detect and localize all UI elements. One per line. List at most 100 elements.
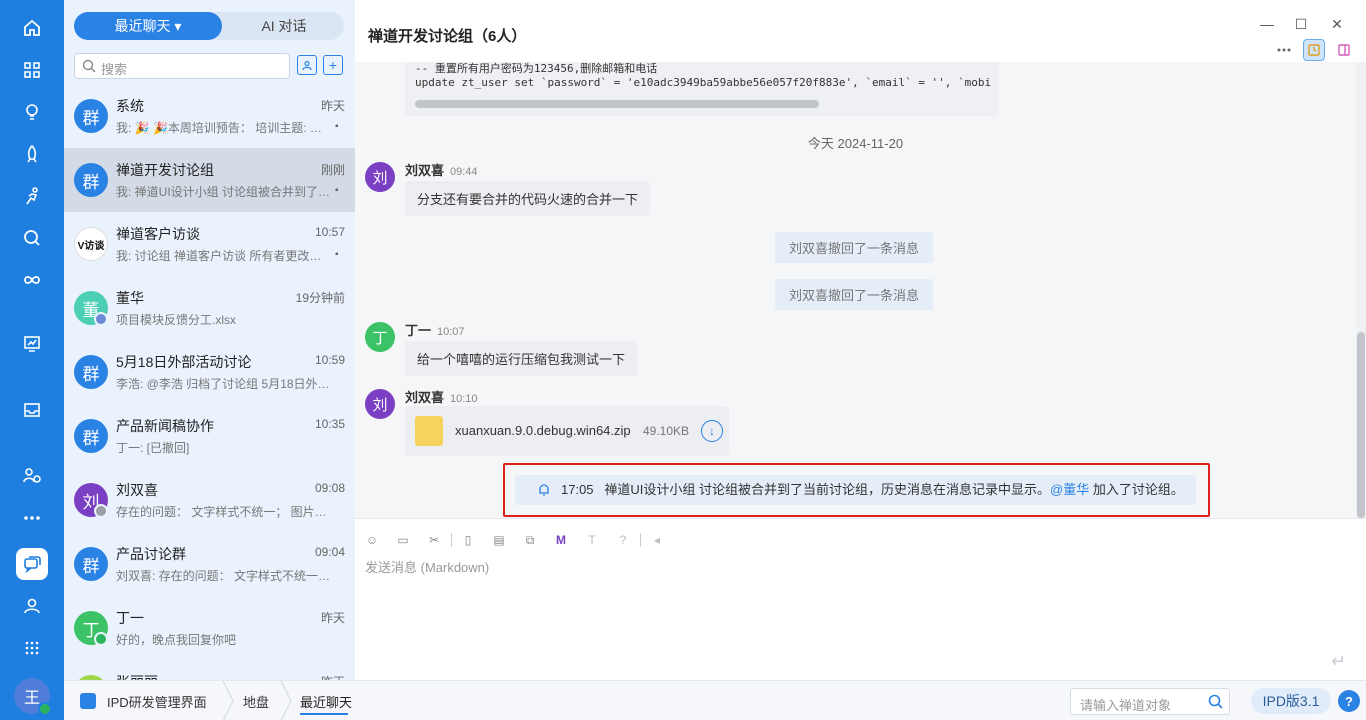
history-icon[interactable] — [1303, 39, 1325, 61]
image-icon[interactable]: ▭ — [394, 531, 412, 549]
code-scrollbar[interactable] — [415, 100, 819, 108]
file-icon[interactable]: ▯ — [459, 531, 477, 549]
breadcrumb-recent-chats[interactable]: 最近聊天 — [300, 692, 352, 711]
board-icon[interactable] — [16, 328, 48, 360]
away-badge-icon — [94, 504, 108, 518]
help-icon[interactable]: ? — [1338, 690, 1360, 712]
conversation-item[interactable]: V访谈 禅道客户访谈 10:57 我: 讨论组 禅道客户访谈 所有者更改为 ... ▪ — [64, 212, 355, 276]
conversation-item[interactable]: 丁丁一 昨天 好的，晚点我回复你吧 — [64, 596, 355, 660]
conversation-item[interactable]: 群产品新闻稿协作 10:35 丁一: [已撤回] — [64, 404, 355, 468]
bell-icon — [539, 484, 549, 496]
more-icon[interactable] — [16, 502, 48, 534]
inbox-icon[interactable] — [16, 394, 48, 426]
conversation-name: 张丽丽 — [116, 672, 158, 680]
user-avatar[interactable]: 王 — [14, 678, 52, 716]
plus-icon: + — [328, 57, 338, 73]
conversation-name: 董华 — [116, 290, 144, 306]
apps-icon[interactable] — [16, 54, 48, 86]
message-bubble: 分支还有要合并的代码火速的合并一下 — [405, 181, 651, 216]
online-badge-icon — [94, 632, 108, 646]
search-icon[interactable] — [16, 222, 48, 254]
scroll-thumb[interactable] — [1357, 332, 1365, 518]
avatar: 群 — [74, 355, 108, 389]
home-icon[interactable] — [16, 12, 48, 44]
message-list: -- 重置所有用户密码为123456,删除邮箱和电话 update zt_user… — [355, 62, 1356, 518]
tab-ai-chat[interactable]: AI 对话 — [224, 12, 344, 40]
conversation-name: 丁一 — [116, 610, 144, 626]
conversation-item[interactable]: 群 5月18日外部活动讨论 10:59 李浩: @李浩 归档了讨论组 5月18日外部活… — [64, 340, 355, 404]
maximize-button[interactable]: ☐ — [1293, 16, 1309, 32]
conversation-name: 5月18日外部活动讨论 — [116, 354, 252, 370]
contact-book-button[interactable] — [297, 55, 317, 75]
conversation-item[interactable]: 群产品讨论群 09:04 刘双喜: 存在的问题： 文字样式不统一；... — [64, 532, 355, 596]
conversation-time: 10:57 — [314, 225, 345, 239]
avatar: 群 — [74, 99, 108, 133]
infinity-icon[interactable] — [16, 264, 48, 296]
object-search-input[interactable]: 请输入禅道对象 — [1070, 688, 1230, 715]
conversation-time: 09:04 — [314, 545, 345, 559]
message-scrollbar[interactable] — [1356, 62, 1366, 518]
tab-recent-chats[interactable]: 最近聊天 ▾ — [74, 12, 222, 40]
markdown-icon[interactable]: M — [552, 531, 570, 549]
conversation-name: 产品新闻稿协作 — [116, 418, 214, 434]
conversation-list-panel: 最近聊天 ▾ AI 对话 搜索 + 群系统 昨天 我: 🎉 🎉本周培训预告： 培训主… — [64, 0, 355, 680]
avatar: V访谈 — [74, 227, 108, 261]
sidebar-panel-icon[interactable] — [1333, 39, 1355, 61]
grid-icon[interactable] — [16, 632, 48, 664]
active-underline — [300, 713, 348, 715]
conversation-name: 系统 — [116, 98, 144, 114]
download-icon[interactable]: ↓ — [701, 420, 723, 442]
online-status-icon — [38, 702, 52, 716]
conversation-preview: 项目模块反馈分工.xlsx — [116, 313, 237, 327]
emoji-icon[interactable]: ☺ — [363, 531, 381, 549]
avatar[interactable]: 丁 — [365, 322, 395, 352]
breadcrumb-app[interactable]: IPD研发管理界面 — [107, 692, 207, 711]
conversation-time: 昨天 — [320, 611, 345, 625]
conversation-time: 19分钟前 — [295, 291, 345, 305]
more-options-icon[interactable] — [1273, 39, 1295, 61]
code-icon[interactable]: ⧉ — [521, 531, 539, 549]
conversation-search-input[interactable]: 搜索 — [74, 53, 290, 79]
chat-icon[interactable] — [16, 548, 48, 580]
toolbar-divider — [451, 533, 452, 547]
conversation-item[interactable]: 刘刘双喜 09:08 存在的问题： 文字样式不统一； 图片大... — [64, 468, 355, 532]
run-icon[interactable] — [16, 180, 48, 212]
scissors-icon[interactable]: ✂ — [425, 531, 443, 549]
breadcrumb-dashboard[interactable]: 地盘 — [243, 692, 269, 711]
file-attachment[interactable]: xuanxuan.9.0.debug.win64.zip 49.10KB ↓ — [405, 406, 729, 456]
text-format-icon[interactable]: T — [583, 531, 601, 549]
conversation-item[interactable]: 董董华 19分钟前 项目模块反馈分工.xlsx — [64, 276, 355, 340]
toolbar-divider — [640, 533, 641, 547]
chat-area: 禅道开发讨论组（6人） — ☐ ✕ -- 重置所有用户密码为123456,删除邮… — [355, 0, 1366, 680]
conversation-item[interactable]: 群禅道开发讨论组 刚刚 我: 禅道UI设计小组 讨论组被合并到了当前... ▪ — [64, 148, 355, 212]
bulb-icon[interactable] — [16, 96, 48, 128]
file-name: xuanxuan.9.0.debug.win64.zip — [455, 423, 631, 438]
help-circle-icon[interactable]: ? — [614, 531, 632, 549]
avatar[interactable]: 刘 — [365, 162, 395, 192]
message-input[interactable]: 发送消息 (Markdown) — [365, 557, 489, 576]
mention-link[interactable]: @董华 — [1050, 482, 1089, 497]
message-sender: 丁一 10:07 — [405, 323, 465, 338]
pin-icon: ▪ — [335, 185, 339, 196]
send-icon[interactable]: ↵ — [1331, 651, 1353, 671]
message-composer: ☺ ▭ ✂ ▯ ▤ ⧉ M T ? ◂ 发送消息 (Markdown) ↵ — [355, 518, 1366, 680]
avatar[interactable]: 刘 — [365, 389, 395, 419]
minimize-button[interactable]: — — [1259, 16, 1275, 32]
version-badge[interactable]: IPD版3.1 — [1251, 688, 1331, 714]
conversation-name: 刘双喜 — [116, 482, 158, 498]
left-rail: 王 — [0, 0, 64, 720]
document-icon[interactable]: ▤ — [490, 531, 508, 549]
message-sender: 刘双喜 10:10 — [405, 390, 478, 405]
conversation-item[interactable]: 群系统 昨天 我: 🎉 🎉本周培训预告： 培训主题: 禅道... ▪ — [64, 84, 355, 148]
org-icon[interactable] — [16, 460, 48, 492]
conversation-item[interactable]: 张张丽丽昨天 — [64, 660, 355, 680]
date-divider: 今天 2024-11-20 — [807, 136, 904, 151]
new-chat-button[interactable]: + — [323, 55, 343, 75]
search-icon[interactable] — [1208, 694, 1223, 709]
list-tab-switch: 最近聊天 ▾ AI 对话 — [74, 12, 344, 40]
megaphone-icon[interactable]: ◂ — [648, 531, 666, 549]
close-button[interactable]: ✕ — [1329, 16, 1345, 32]
conversation-time: 10:59 — [314, 353, 345, 367]
rocket-icon[interactable] — [16, 138, 48, 170]
contacts-icon[interactable] — [16, 590, 48, 622]
